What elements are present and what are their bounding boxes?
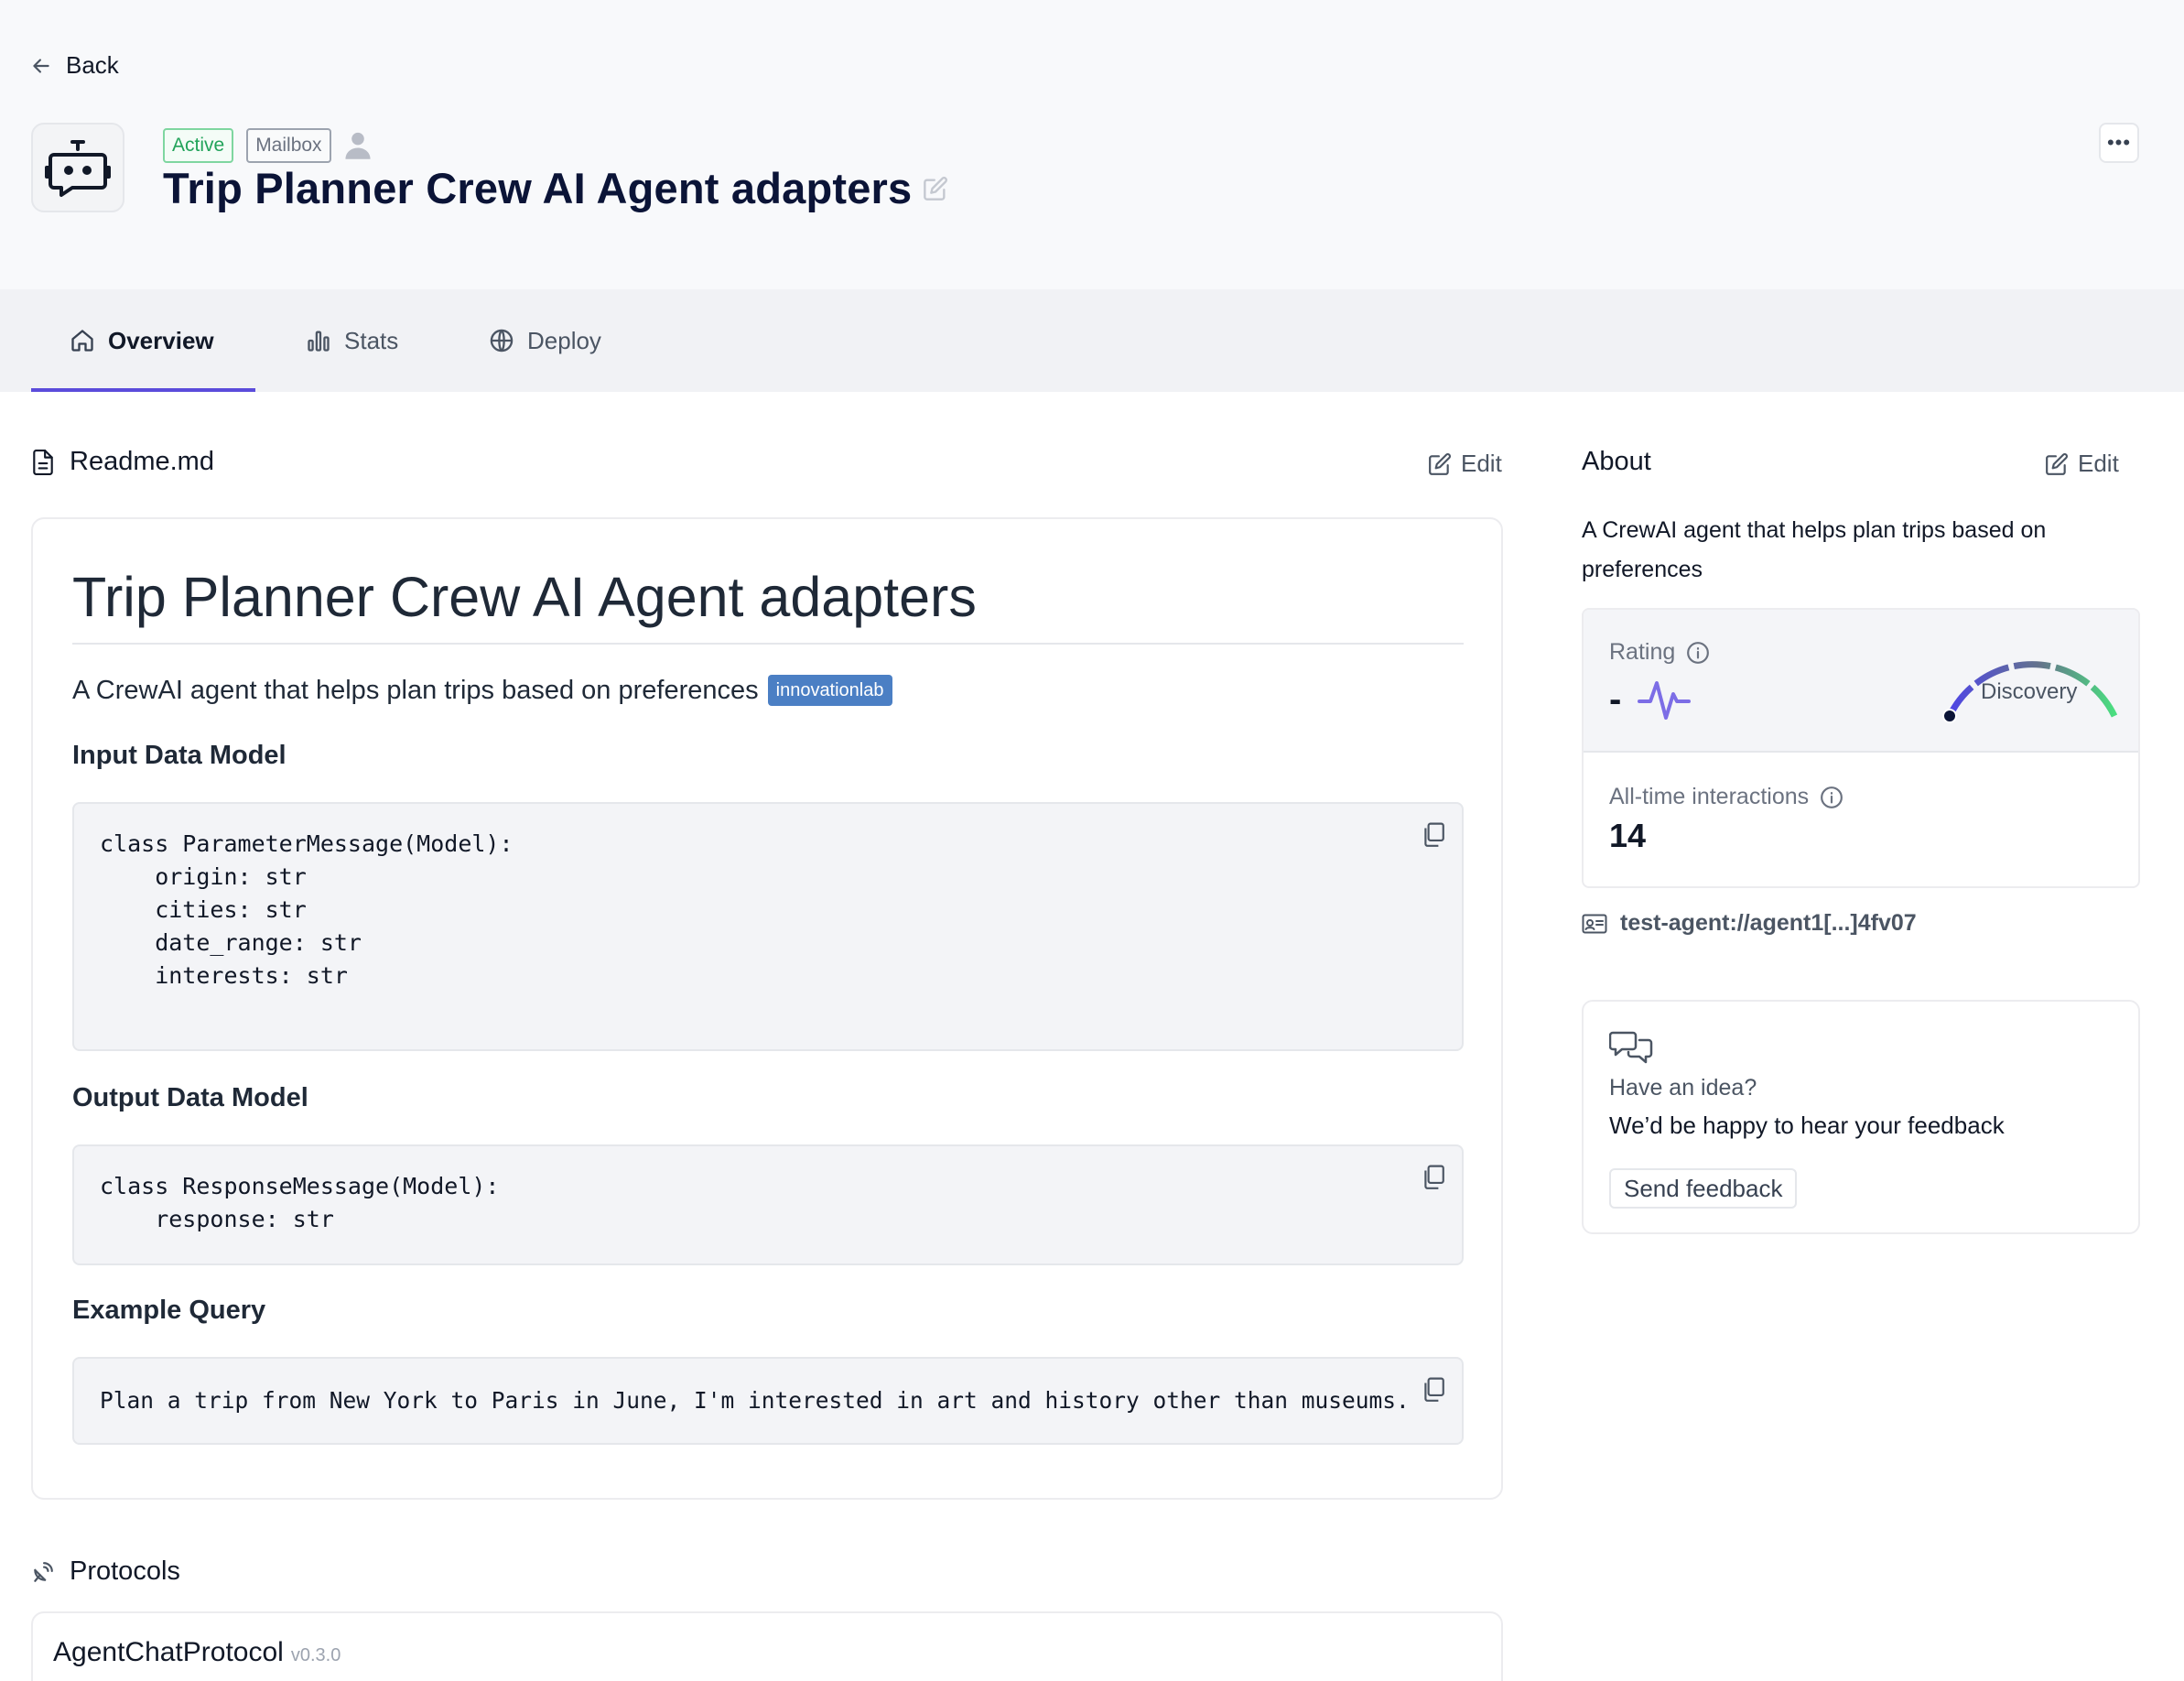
- readme-description-row: A CrewAI agent that helps plan trips bas…: [72, 675, 892, 706]
- protocols-card: AgentChatProtocol v0.3.0: [31, 1611, 1503, 1681]
- feedback-subtitle: We’d be happy to hear your feedback: [1609, 1112, 2005, 1139]
- robot-chat-icon: [45, 140, 111, 197]
- example-query-heading: Example Query: [72, 1296, 266, 1325]
- about-header-label: About: [1582, 447, 1651, 476]
- protocols-header: Protocols: [31, 1556, 180, 1587]
- copy-icon: [1424, 1377, 1444, 1402]
- readme-edit-button[interactable]: Edit: [1428, 450, 1502, 478]
- agent-title-row: Trip Planner Crew AI Agent adapters: [163, 163, 948, 213]
- tag-badge[interactable]: innovationlab: [767, 675, 892, 706]
- satellite-dish-icon: [34, 1561, 53, 1582]
- rating-label: Rating: [1609, 639, 1676, 665]
- copy-example-code-button[interactable]: [1422, 1377, 1445, 1403]
- activity-pulse-icon: [1638, 681, 1692, 720]
- send-feedback-button[interactable]: Send feedback: [1609, 1168, 1798, 1209]
- copy-output-code-button[interactable]: [1422, 1165, 1445, 1190]
- copy-input-code-button[interactable]: [1422, 822, 1445, 848]
- input-model-code: class ParameterMessage(Model): origin: s…: [100, 830, 514, 989]
- tab-bar: Overview Stats Deploy: [0, 289, 2184, 392]
- agent-address-text: test-agent://agent1[...]4fv07: [1620, 910, 1917, 936]
- protocol-version: v0.3.0: [290, 1645, 341, 1665]
- output-model-code-block: class ResponseMessage(Model): response: …: [72, 1144, 1464, 1265]
- edit-title-icon[interactable]: [923, 176, 948, 201]
- edit-icon: [2046, 452, 2068, 475]
- agent-header: Back Active Mailbox Trip Planner Crew AI…: [0, 0, 2184, 289]
- interactions-label: All-time interactions: [1609, 784, 1810, 809]
- readme-header: Readme.md: [31, 447, 214, 477]
- example-query-code-block: Plan a trip from New York to Paris in Ju…: [72, 1357, 1464, 1445]
- bar-chart-icon: [308, 331, 330, 352]
- readme-edit-label: Edit: [1461, 450, 1502, 477]
- rating-label-row: Rating: [1609, 639, 1710, 666]
- owner-user-icon[interactable]: [344, 131, 372, 160]
- discovery-gauge: [1931, 628, 2124, 729]
- rating-value-row: -: [1609, 678, 1692, 721]
- chat-bubbles-icon: [1609, 1029, 1653, 1066]
- interactions-label-row: All-time interactions: [1609, 784, 1843, 810]
- agent-title: Trip Planner Crew AI Agent adapters: [163, 164, 913, 212]
- info-icon[interactable]: [1686, 641, 1710, 665]
- id-card-icon: [1582, 914, 1607, 933]
- tab-overview[interactable]: Overview: [70, 289, 214, 392]
- more-dots-icon: •••: [2106, 131, 2132, 154]
- back-label: Back: [66, 51, 119, 79]
- input-model-code-block: class ParameterMessage(Model): origin: s…: [72, 802, 1464, 1051]
- agent-badges: Active Mailbox: [163, 128, 372, 163]
- readme-header-label: Readme.md: [70, 447, 214, 476]
- protocol-name: AgentChatProtocol: [53, 1637, 284, 1667]
- agent-address[interactable]: test-agent://agent1[...]4fv07: [1582, 910, 1917, 937]
- feedback-question: Have an idea?: [1609, 1075, 1757, 1101]
- example-query-code: Plan a trip from New York to Paris in Ju…: [100, 1387, 1410, 1414]
- output-model-code: class ResponseMessage(Model): response: …: [100, 1173, 500, 1232]
- globe-icon: [490, 329, 514, 352]
- rating-value: -: [1609, 678, 1622, 720]
- agent-avatar: [31, 123, 124, 212]
- more-options-button[interactable]: •••: [2099, 123, 2139, 163]
- output-model-heading: Output Data Model: [72, 1083, 308, 1112]
- copy-icon: [1424, 1165, 1444, 1189]
- readme-title-divider: [72, 643, 1464, 645]
- rating-section: Rating - Discovery: [1584, 610, 2138, 753]
- tab-deploy[interactable]: Deploy: [489, 289, 601, 392]
- edit-icon: [1429, 452, 1451, 475]
- stats-card: Rating - Discovery All-time interactions…: [1582, 608, 2140, 888]
- tab-deploy-label: Deploy: [527, 326, 601, 354]
- protocols-header-label: Protocols: [70, 1556, 180, 1586]
- feedback-card: Have an idea? We’d be happy to hear your…: [1582, 1000, 2140, 1234]
- document-icon: [33, 449, 53, 475]
- readme-card: Trip Planner Crew AI Agent adapters A Cr…: [31, 517, 1503, 1500]
- readme-description: A CrewAI agent that helps plan trips bas…: [72, 675, 759, 705]
- mailbox-badge: Mailbox: [246, 128, 331, 163]
- back-button[interactable]: Back: [29, 51, 119, 80]
- tab-stats[interactable]: Stats: [306, 289, 398, 392]
- copy-icon: [1424, 822, 1444, 847]
- interactions-value: 14: [1609, 817, 1647, 854]
- readme-title: Trip Planner Crew AI Agent adapters: [72, 566, 977, 628]
- tab-overview-label: Overview: [108, 326, 214, 354]
- about-description: A CrewAI agent that helps plan trips bas…: [1582, 517, 2047, 582]
- input-model-heading: Input Data Model: [72, 741, 287, 770]
- home-icon: [71, 330, 93, 352]
- about-edit-button[interactable]: Edit: [2045, 450, 2119, 478]
- about-header: About: [1582, 447, 1651, 477]
- about-edit-label: Edit: [2078, 450, 2119, 477]
- protocol-item[interactable]: AgentChatProtocol v0.3.0: [53, 1637, 341, 1668]
- tab-active-indicator: [31, 388, 255, 392]
- arrow-left-icon: [33, 58, 49, 73]
- tab-stats-label: Stats: [344, 326, 399, 354]
- gauge-label: Discovery: [1981, 679, 2078, 704]
- info-icon[interactable]: [1820, 786, 1843, 809]
- status-badge: Active: [163, 128, 234, 163]
